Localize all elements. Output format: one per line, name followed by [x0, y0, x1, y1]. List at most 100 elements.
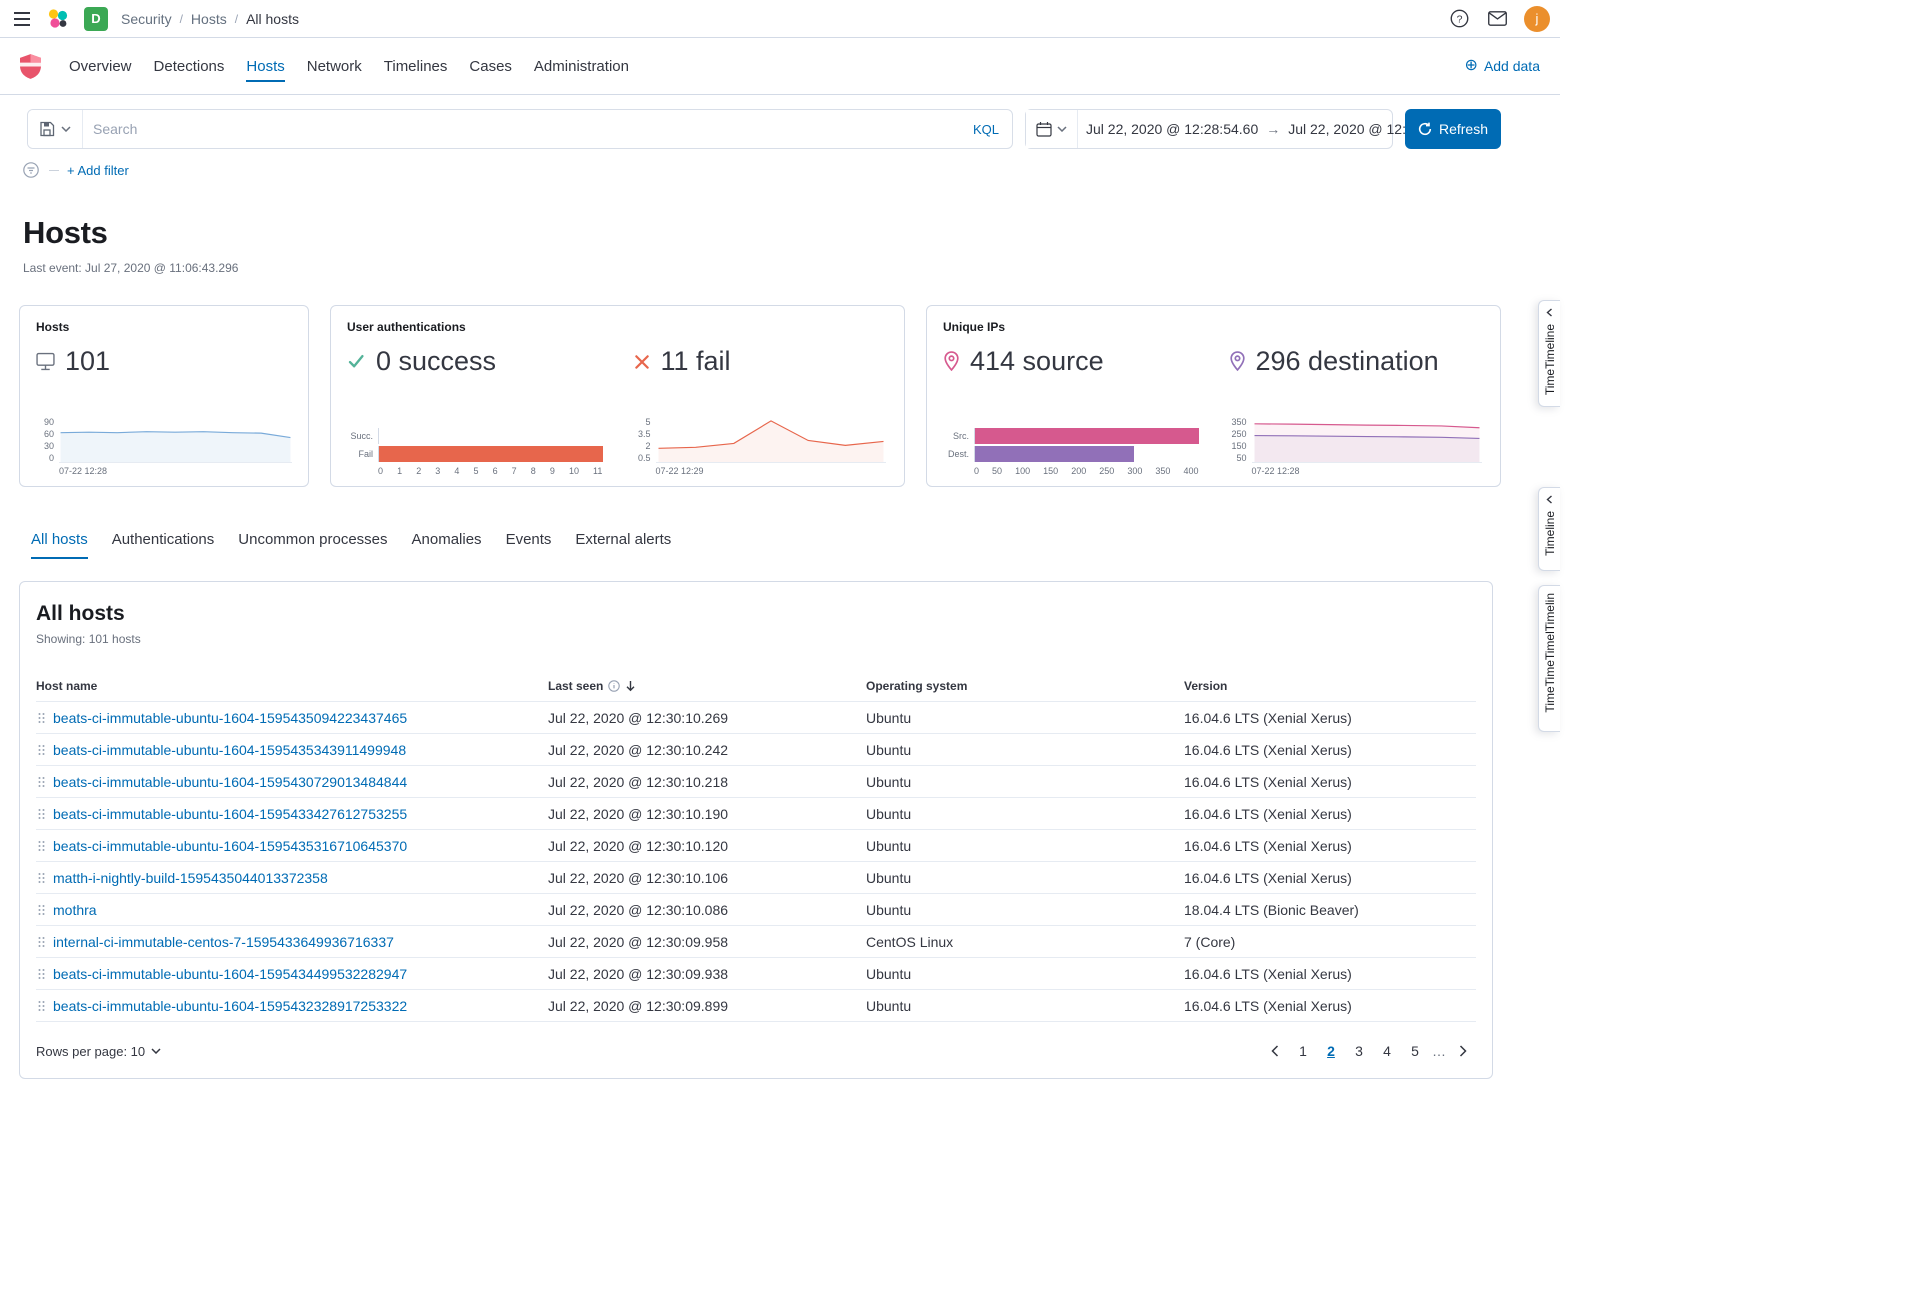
y-tick: 3.5 [638, 429, 651, 439]
nav-tab-network[interactable]: Network [307, 58, 362, 75]
drag-handle-icon[interactable] [38, 936, 45, 948]
y-tick: 50 [1236, 453, 1246, 463]
pagination-page-5[interactable]: 5 [1402, 1038, 1428, 1064]
host-link[interactable]: beats-ci-immutable-ubuntu-1604-159543534… [53, 742, 406, 758]
breadcrumb-hosts[interactable]: Hosts [191, 11, 227, 27]
nav-tab-hosts[interactable]: Hosts [246, 58, 284, 82]
drag-handle-icon[interactable] [38, 712, 45, 724]
timeline-flyout-button[interactable]: TimeTimeline [1538, 300, 1560, 407]
table-row: mothra Jul 22, 2020 @ 12:30:10.086 Ubunt… [36, 894, 1476, 926]
nav-tab-administration[interactable]: Administration [534, 58, 629, 75]
host-link[interactable]: beats-ci-immutable-ubuntu-1604-159543449… [53, 966, 407, 982]
destination-ips-count: 296 destination [1256, 346, 1439, 377]
drag-handle-icon[interactable] [38, 840, 45, 852]
host-link[interactable]: beats-ci-immutable-ubuntu-1604-159543531… [53, 838, 407, 854]
saved-query-menu-button[interactable] [28, 110, 83, 148]
drag-handle-icon[interactable] [38, 776, 45, 788]
refresh-label: Refresh [1439, 121, 1488, 137]
source-ips-count: 414 source [970, 346, 1104, 377]
user-avatar[interactable]: j [1524, 6, 1550, 32]
refresh-button[interactable]: Refresh [1405, 109, 1501, 149]
host-link[interactable]: mothra [53, 902, 97, 918]
x-tick: 0 [378, 466, 383, 476]
map-pin-icon [1229, 351, 1246, 372]
pagination-prev-button[interactable] [1262, 1038, 1288, 1064]
pagination-next-button[interactable] [1450, 1038, 1476, 1064]
chevron-down-icon [151, 1048, 161, 1054]
x-tick: 07-22 12:28 [59, 466, 292, 476]
x-tick: 150 [1043, 466, 1058, 476]
version-cell: 18.04.4 LTS (Bionic Beaver) [1184, 902, 1476, 918]
kql-toggle[interactable]: KQL [960, 122, 1012, 137]
column-last-seen[interactable]: Last seen [548, 679, 866, 693]
y-tick: 90 [44, 417, 54, 427]
drag-handle-icon[interactable] [38, 968, 45, 980]
breadcrumb-security[interactable]: Security [121, 11, 172, 27]
chevron-down-icon [1057, 126, 1067, 132]
pagination-page-2-active[interactable]: 2 [1318, 1038, 1344, 1064]
x-tick: 250 [1099, 466, 1114, 476]
tab-authentications[interactable]: Authentications [112, 531, 215, 559]
add-filter-button[interactable]: + Add filter [67, 163, 129, 178]
elastic-logo[interactable] [45, 6, 71, 32]
timeline-flyout-button[interactable]: TimeTimeTimelTimelin [1538, 585, 1560, 732]
y-tick: 150 [1231, 441, 1246, 451]
nav-tab-timelines[interactable]: Timelines [384, 58, 448, 75]
version-cell: 16.04.6 LTS (Xenial Xerus) [1184, 774, 1476, 790]
nav-tab-detections[interactable]: Detections [154, 58, 225, 75]
hosts-section-tabs: All hosts Authentications Uncommon proce… [31, 531, 1560, 559]
auth-fail-count: 11 fail [661, 346, 731, 377]
host-link[interactable]: beats-ci-immutable-ubuntu-1604-159543342… [53, 806, 407, 822]
tab-all-hosts[interactable]: All hosts [31, 531, 88, 559]
kpi-auth-title: User authentications [347, 320, 888, 334]
drag-handle-icon[interactable] [38, 808, 45, 820]
add-data-button[interactable]: ⊕ Add data [1465, 58, 1540, 74]
hosts-table: Host name Last seen Operating system Ver… [36, 670, 1476, 1022]
host-link[interactable]: beats-ci-immutable-ubuntu-1604-159543232… [53, 998, 407, 1014]
search-input[interactable] [83, 121, 960, 137]
drag-handle-icon[interactable] [38, 1000, 45, 1012]
bar-label: Succ. [347, 431, 373, 441]
table-row: beats-ci-immutable-ubuntu-1604-159543342… [36, 798, 1476, 830]
date-start[interactable]: Jul 22, 2020 @ 12:28:54.60 [1078, 121, 1266, 137]
os-cell: Ubuntu [866, 966, 1184, 982]
pagination-page-3[interactable]: 3 [1346, 1038, 1372, 1064]
timeline-flyout-label: TimeTimeTimelTimelin [1543, 593, 1557, 713]
rows-per-page-button[interactable]: Rows per page: 10 [36, 1044, 161, 1059]
calendar-dropdown-button[interactable] [1026, 110, 1078, 148]
help-button[interactable]: ? [1448, 7, 1471, 30]
pagination-page-1[interactable]: 1 [1290, 1038, 1316, 1064]
last-seen-cell: Jul 22, 2020 @ 12:30:10.120 [548, 838, 866, 854]
host-link[interactable]: internal-ci-immutable-centos-7-159543364… [53, 934, 394, 950]
tab-events[interactable]: Events [506, 531, 552, 559]
auth-bar-chart: Succ. Fail 0 1 2 3 4 [347, 427, 603, 476]
drag-handle-icon[interactable] [38, 872, 45, 884]
timeline-flyout-button[interactable]: Timeline [1538, 487, 1560, 571]
host-link[interactable]: beats-ci-immutable-ubuntu-1604-159543509… [53, 710, 407, 726]
breadcrumb: Security / Hosts / All hosts [121, 11, 299, 27]
host-link[interactable]: beats-ci-immutable-ubuntu-1604-159543072… [53, 774, 407, 790]
pagination-page-4[interactable]: 4 [1374, 1038, 1400, 1064]
version-cell: 16.04.6 LTS (Xenial Xerus) [1184, 998, 1476, 1014]
newsfeed-button[interactable] [1486, 9, 1509, 28]
nav-tab-cases[interactable]: Cases [469, 58, 512, 75]
menu-button[interactable] [12, 10, 32, 28]
space-badge[interactable]: D [84, 7, 108, 31]
os-cell: Ubuntu [866, 870, 1184, 886]
hosts-count: 101 [65, 346, 110, 377]
tab-uncommon-processes[interactable]: Uncommon processes [238, 531, 387, 559]
host-link[interactable]: matth-i-nightly-build-159543504401337235… [53, 870, 328, 886]
filter-options-button[interactable] [21, 160, 41, 180]
x-tick: 5 [473, 466, 478, 476]
drag-handle-icon[interactable] [38, 744, 45, 756]
monitor-icon [36, 352, 55, 371]
kpi-hosts-title: Hosts [36, 320, 292, 334]
tab-anomalies[interactable]: Anomalies [412, 531, 482, 559]
last-seen-cell: Jul 22, 2020 @ 12:30:10.269 [548, 710, 866, 726]
drag-handle-icon[interactable] [38, 904, 45, 916]
last-seen-cell: Jul 22, 2020 @ 12:30:10.218 [548, 774, 866, 790]
filter-divider [49, 170, 59, 171]
nav-tab-overview[interactable]: Overview [69, 58, 132, 75]
hosts-area-chart [59, 417, 292, 463]
tab-external-alerts[interactable]: External alerts [575, 531, 671, 559]
